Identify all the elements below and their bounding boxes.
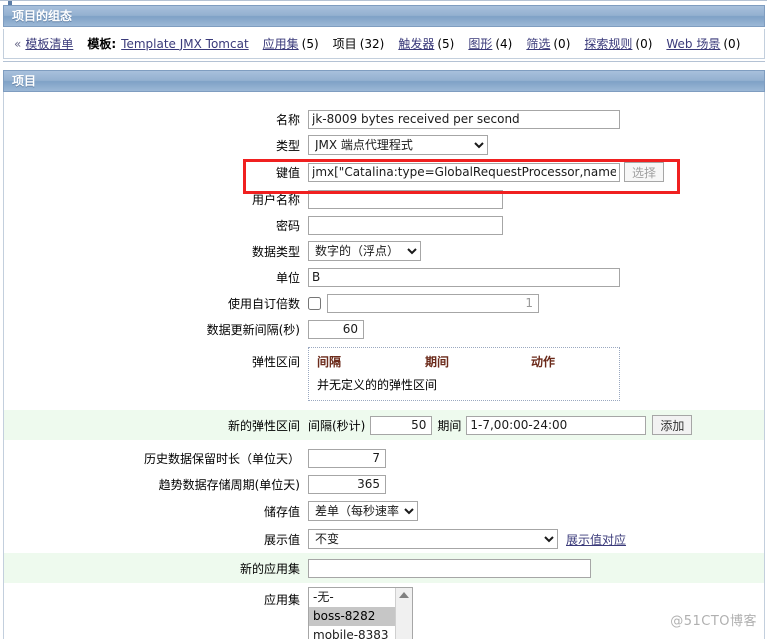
password-input[interactable] — [308, 215, 503, 235]
flexible-intervals-header: 间隔 期间 动作 — [317, 353, 611, 370]
label-show-value: 展示值 — [263, 532, 300, 547]
form-row-password: 密码 — [4, 212, 764, 238]
form-row-units: 单位 — [4, 264, 764, 290]
show-value-select[interactable]: 不变 — [308, 529, 558, 549]
tab-triggers-count: (5) — [437, 36, 455, 51]
label-store-value: 储存值 — [263, 504, 300, 519]
tab-discovery-rules[interactable]: 探索规则 — [584, 35, 632, 52]
form-row-key: 键值 选择 — [4, 158, 764, 186]
form-row-flexible-intervals: 弹性区间 间隔 期间 动作 并无定义的的弹性区间 — [4, 347, 764, 401]
page-root: 项目的组态 « 模板清单 模板: Template JMX Tomcat 应用集… — [0, 0, 767, 639]
tab-web-scenarios[interactable]: Web 场景 — [666, 35, 720, 52]
label-trends: 趋势数据存储周期(单位天) — [158, 477, 300, 492]
datatype-select[interactable]: 数字的（浮点） — [308, 241, 421, 261]
form-row-applications: 应用集 -无- boss-8282 mobile-8383 Sessions — [4, 587, 764, 639]
type-select[interactable]: JMX 端点代理程式 — [308, 135, 488, 155]
trends-input[interactable] — [308, 474, 386, 494]
page-title: 项目的组态 — [3, 5, 765, 27]
form-row-new-flexible-interval: 新的弹性区间 间隔(秒计) 期间 添加 — [4, 410, 764, 440]
name-input[interactable] — [308, 109, 620, 129]
store-value-select[interactable]: 差单（每秒速率） — [308, 501, 418, 521]
form-row-show-value: 展示值 不变 展示值对应 — [4, 525, 764, 553]
tab-items-count: (32) — [359, 36, 385, 51]
form-row-custom-multiplier: 使用自订倍数 — [4, 290, 764, 316]
username-input[interactable] — [308, 189, 503, 209]
form-row-new-application: 新的应用集 — [4, 553, 764, 583]
tab-graphs[interactable]: 图形 — [468, 35, 492, 52]
new-interval-input[interactable] — [370, 415, 433, 435]
tab-screens[interactable]: 筛选 — [526, 35, 550, 52]
add-interval-button[interactable]: 添加 — [652, 415, 693, 435]
history-input[interactable] — [308, 448, 386, 468]
form-row-store-value: 储存值 差单（每秒速率） — [4, 497, 764, 525]
breadcrumb: « 模板清单 模板: Template JMX Tomcat 应用集 (5) 项… — [3, 29, 765, 59]
back-chevron-icon[interactable]: « — [14, 37, 21, 51]
update-interval-input[interactable] — [308, 319, 364, 339]
label-custom-multiplier: 使用自订倍数 — [227, 296, 300, 311]
section-title: 项目 — [3, 70, 765, 92]
label-type: 类型 — [275, 138, 300, 153]
tab-applications[interactable]: 应用集 — [263, 35, 299, 52]
column-header-action: 动作 — [531, 355, 556, 369]
item-form: 名称 类型 JMX 端点代理程式 键值 选择 用户名称 — [3, 92, 765, 639]
form-row-datatype: 数据类型 数字的（浮点） — [4, 238, 764, 264]
new-period-input[interactable] — [466, 415, 647, 435]
label-interval-seconds: 间隔(秒计) — [308, 418, 366, 433]
tab-graphs-count: (4) — [495, 36, 513, 51]
label-name: 名称 — [275, 112, 300, 127]
navbar-divider — [3, 59, 765, 62]
column-header-interval: 间隔 — [317, 355, 342, 369]
custom-multiplier-checkbox[interactable] — [308, 296, 321, 310]
flexible-intervals-table: 间隔 期间 动作 并无定义的的弹性区间 — [308, 347, 620, 401]
chevron-up-icon[interactable] — [399, 592, 409, 598]
watermark: @51CTO博客 — [670, 614, 757, 629]
breadcrumb-link-template-list[interactable]: 模板清单 — [25, 35, 73, 52]
form-row-type: 类型 JMX 端点代理程式 — [4, 132, 764, 158]
label-username: 用户名称 — [251, 192, 300, 207]
label-applications: 应用集 — [263, 593, 300, 607]
tab-applications-count: (5) — [301, 36, 319, 51]
label-units: 单位 — [275, 270, 300, 285]
form-row-history: 历史数据保留时长（单位天） — [4, 445, 764, 471]
tab-discovery-rules-count: (0) — [635, 36, 653, 51]
key-input[interactable] — [308, 162, 620, 182]
label-key: 键值 — [275, 165, 300, 180]
tab-items[interactable]: 项目 — [333, 35, 357, 52]
column-header-period: 期间 — [425, 355, 450, 369]
label-update-interval: 数据更新间隔(秒) — [206, 322, 300, 337]
flexible-intervals-empty-message: 并无定义的的弹性区间 — [317, 378, 438, 392]
units-input[interactable] — [308, 267, 620, 287]
new-application-input[interactable] — [308, 558, 591, 578]
form-row-trends: 趋势数据存储周期(单位天) — [4, 471, 764, 497]
custom-multiplier-input[interactable] — [327, 293, 539, 313]
form-row-username: 用户名称 — [4, 186, 764, 212]
applications-listbox[interactable]: -无- boss-8282 mobile-8383 Sessions — [308, 587, 413, 639]
form-row-name: 名称 — [4, 106, 764, 132]
key-select-button[interactable]: 选择 — [624, 162, 665, 182]
label-password: 密码 — [275, 218, 300, 233]
label-period: 期间 — [437, 418, 462, 433]
tab-web-scenarios-count: (0) — [723, 36, 741, 51]
label-datatype: 数据类型 — [251, 244, 300, 259]
label-history: 历史数据保留时长（单位天） — [143, 451, 300, 466]
breadcrumb-template-label: 模板: — [87, 37, 117, 51]
form-row-update-interval: 数据更新间隔(秒) — [4, 316, 764, 342]
breadcrumb-link-template-name[interactable]: Template JMX Tomcat — [121, 37, 248, 51]
tab-triggers[interactable]: 触发器 — [398, 35, 434, 52]
label-new-application: 新的应用集 — [239, 561, 300, 576]
listbox-scrollbar[interactable] — [395, 588, 412, 639]
label-new-flexible-interval: 新的弹性区间 — [227, 418, 300, 433]
tab-screens-count: (0) — [553, 36, 571, 51]
label-flexible-intervals: 弹性区间 — [251, 355, 300, 369]
value-mapping-link[interactable]: 展示值对应 — [566, 531, 626, 548]
